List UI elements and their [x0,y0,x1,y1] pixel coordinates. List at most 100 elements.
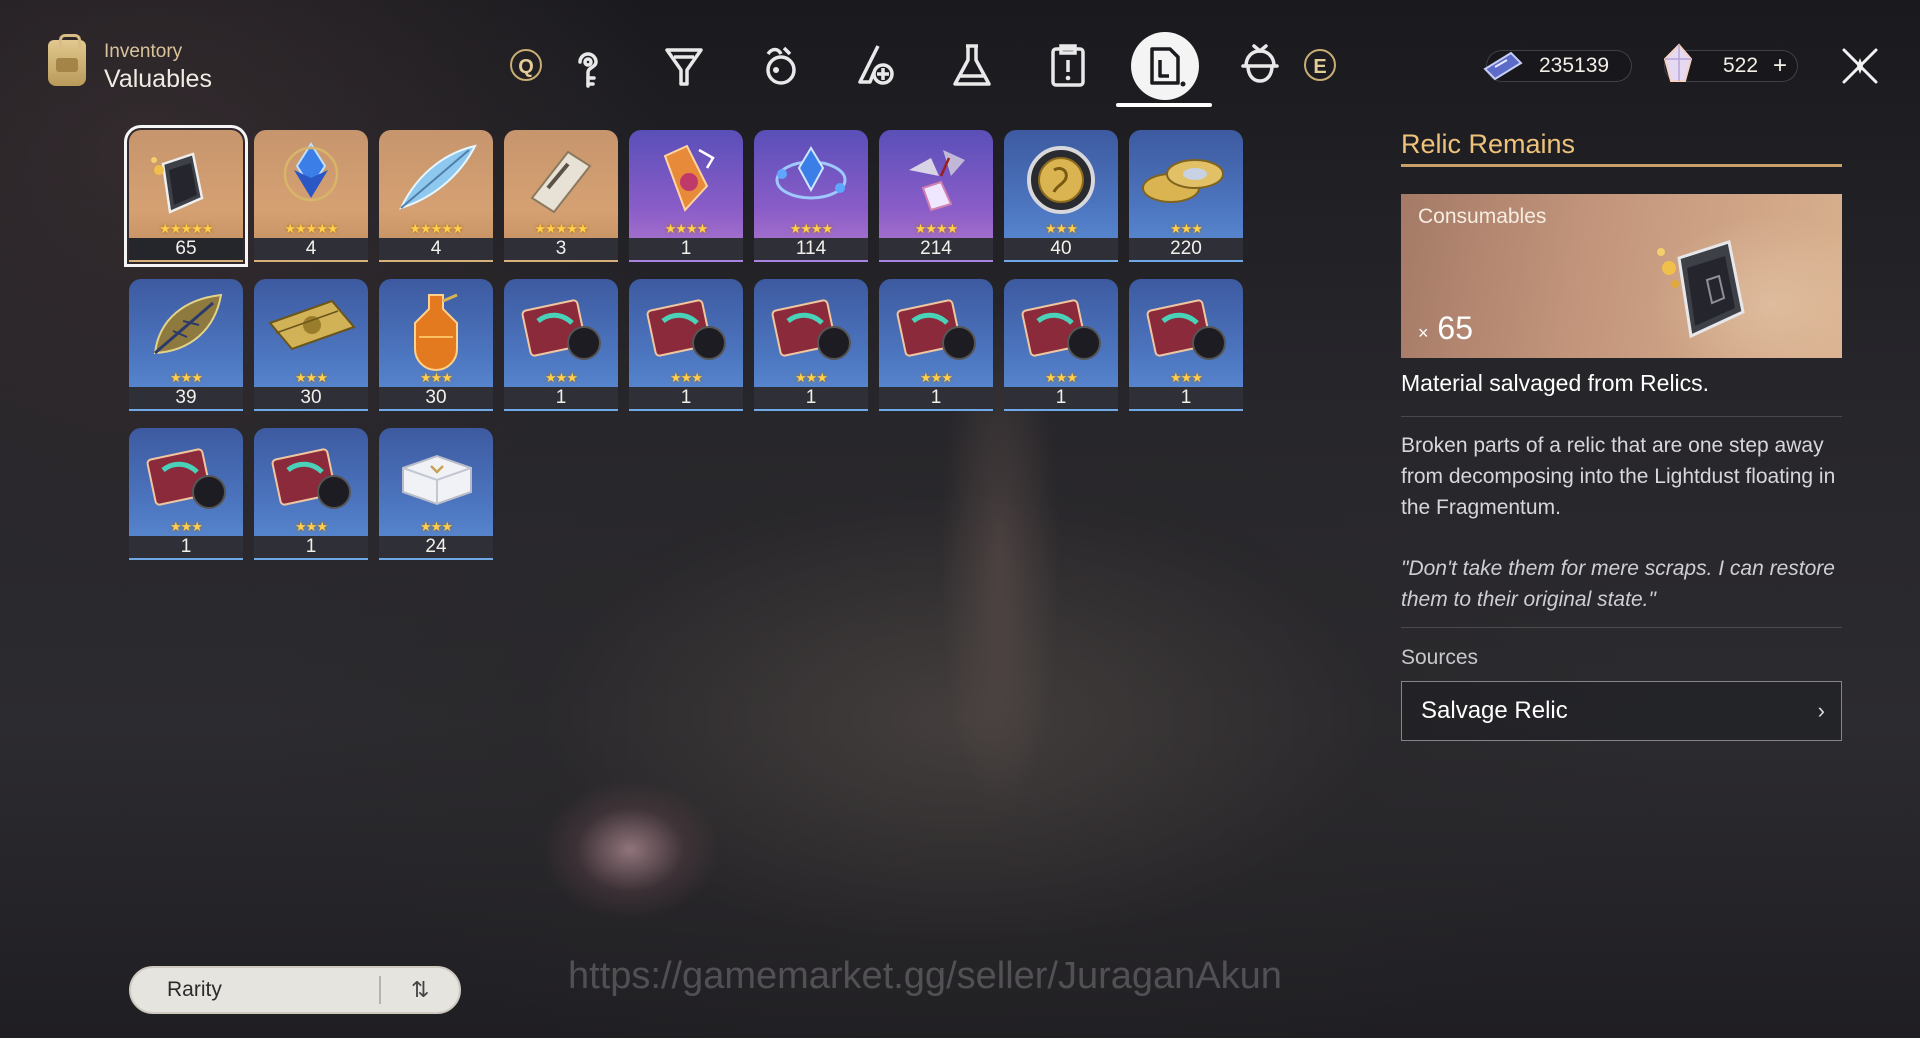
sort-dropdown[interactable]: Rarity ⇅ [129,966,461,1014]
add-jade-button[interactable]: + [1773,51,1787,81]
rarity-stars: ★★★ [795,370,828,385]
page-title: Valuables [104,65,212,93]
rarity-bar [129,409,243,411]
item-card[interactable]: ★★★★★ 4 [254,130,368,262]
tab-light-cone-exp[interactable] [658,40,710,92]
close-button[interactable] [1838,44,1882,88]
tab-other-materials[interactable] [1234,40,1286,92]
upgrade-materials-icon [578,52,598,88]
item-card[interactable]: ★★★ 220 [1129,130,1243,262]
tab-missions[interactable] [1042,40,1094,92]
item-card[interactable]: ★★★ 39 [129,279,243,411]
item-card[interactable]: ★★★ 1 [629,279,743,411]
rarity-bar [1004,260,1118,262]
item-count: 114 [754,238,868,260]
item-category: Consumables [1418,205,1547,228]
synthesis-icon [953,44,991,86]
pass-currency[interactable]: 235139 [1483,50,1632,82]
rarity-bar [1004,409,1118,411]
pass-count: 235139 [1539,54,1610,77]
item-card[interactable]: ★★★ 1 [879,279,993,411]
rarity-stars: ★★★★★ [159,221,213,236]
rarity-stars: ★★★ [1045,370,1078,385]
close-icon [1842,48,1878,84]
item-name: Relic Remains [1401,129,1576,159]
item-card[interactable]: ★★★ 30 [379,279,493,411]
sort-order-icon[interactable]: ⇅ [411,968,429,1012]
item-card[interactable]: ★★★★★ 65 [124,125,248,267]
relic-remains-icon [1657,240,1745,339]
tab-valuables[interactable] [1139,40,1191,92]
inventory-bag-icon [48,34,86,86]
item-count: 39 [129,387,243,409]
item-card[interactable]: ★★★ 24 [379,428,493,560]
item-card[interactable]: ★★★ 1 [754,279,868,411]
item-card[interactable]: ★★★ 1 [1004,279,1118,411]
item-count: 1 [629,387,743,409]
rarity-stars: ★★★ [920,370,953,385]
item-quantity: × 65 [1418,310,1473,347]
rarity-bar [629,409,743,411]
rarity-bar [629,260,743,262]
rarity-stars: ★★★★ [664,221,709,236]
rarity-stars: ★★★ [1170,370,1203,385]
item-description: Broken parts of a relic that are one ste… [1401,434,1836,519]
item-count: 1 [1129,387,1243,409]
rarity-stars: ★★★ [295,370,328,385]
rarity-bar [1129,260,1243,262]
item-card[interactable]: ★★★★★ 4 [379,130,493,262]
rarity-bar [504,260,618,262]
tab-upgrade-materials[interactable] [562,40,614,92]
tab-ascension-materials[interactable] [850,40,902,92]
item-count: 65 [129,238,243,260]
missions-icon [1051,44,1085,87]
item-count: 4 [254,238,368,260]
rarity-bar [379,558,493,560]
star-rail-pass-icon [1483,51,1523,81]
inventory-label: Inventory [104,41,183,62]
source-salvage-relic-button[interactable]: Salvage Relic › [1401,681,1842,741]
tab-consumables[interactable] [754,40,806,92]
item-card[interactable]: ★★★ 1 [254,428,368,560]
item-count: 214 [879,238,993,260]
rarity-bar [754,409,868,411]
rarity-bar [754,260,868,262]
item-count: 220 [1129,238,1243,260]
other-materials-icon [1241,44,1279,83]
rarity-stars: ★★★ [545,370,578,385]
item-card[interactable]: ★★★★ 1 [629,130,743,262]
rarity-stars: ★★★★★ [534,221,588,236]
item-count: 24 [379,536,493,558]
rarity-bar [1129,409,1243,411]
quantity-prefix: × [1418,323,1429,343]
item-card[interactable]: ★★★ 1 [129,428,243,560]
item-card[interactable]: ★★★ 40 [1004,130,1118,262]
quantity-value: 65 [1437,310,1473,346]
item-card[interactable]: ★★★ 30 [254,279,368,411]
next-tab-key-hint[interactable]: E [1304,49,1336,81]
rarity-bar [129,260,243,262]
jade-currency[interactable]: 522 + [1663,43,1798,82]
item-card[interactable]: ★★★★★ 3 [504,130,618,262]
item-summary: Material salvaged from Relics. [1401,370,1710,396]
item-count: 1 [629,238,743,260]
item-count: 1 [1004,387,1118,409]
rarity-bar [254,409,368,411]
rarity-stars: ★★★ [170,370,203,385]
item-card[interactable]: ★★★★ 214 [879,130,993,262]
light-cone-exp-icon [665,48,703,86]
rarity-bar [379,409,493,411]
prev-tab-key-hint[interactable]: Q [510,49,542,81]
active-tab-underline [1116,103,1212,107]
item-card[interactable]: ★★★ 1 [504,279,618,411]
divider [1401,627,1842,628]
rarity-bar [129,558,243,560]
rarity-stars: ★★★ [420,370,453,385]
item-card[interactable]: ★★★★ 114 [754,130,868,262]
item-card[interactable]: ★★★ 1 [1129,279,1243,411]
rarity-stars: ★★★★★ [409,221,463,236]
tab-synthesis[interactable] [946,40,998,92]
rarity-bar [879,260,993,262]
watermark: https://gamemarket.gg/seller/JuraganAkun [568,955,1282,997]
rarity-stars: ★★★ [295,519,328,534]
